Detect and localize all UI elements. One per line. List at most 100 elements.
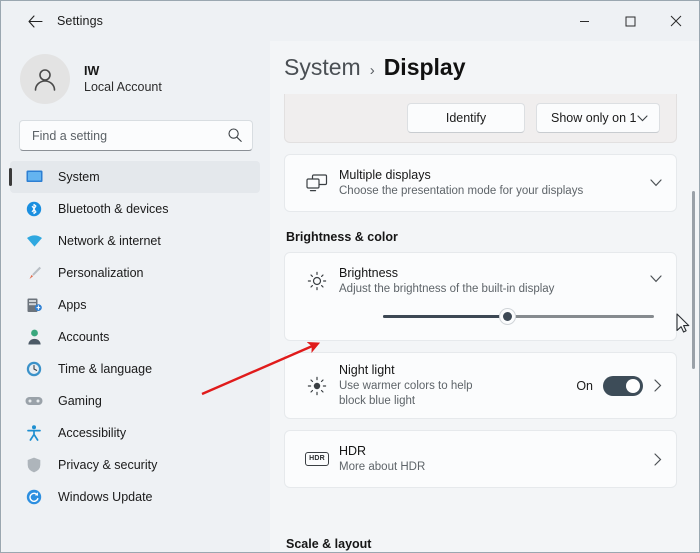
avatar xyxy=(20,54,70,104)
brightness-subtitle: Adjust the brightness of the built-in di… xyxy=(339,283,555,295)
hdr-title: HDR xyxy=(339,444,367,458)
sidebar-item-privacy-security[interactable]: Privacy & security xyxy=(10,449,260,481)
night-light-title: Night light xyxy=(339,363,395,377)
sidebar: IW Local Account System xyxy=(2,41,270,552)
sidebar-item-system[interactable]: System xyxy=(9,161,260,193)
brightness-color-heading: Brightness & color xyxy=(286,230,398,244)
account-name: IW xyxy=(84,63,100,78)
sidebar-item-time-language[interactable]: Time & language xyxy=(10,353,260,385)
multiple-display-mode-value: Show only on 1 xyxy=(551,111,637,125)
chevron-down-icon xyxy=(637,114,648,121)
sidebar-item-label: Apps xyxy=(58,298,87,312)
breadcrumb-separator-icon: › xyxy=(369,62,375,79)
settings-scroll-area: Identify Show only on 1 Multiple display… xyxy=(270,94,699,552)
network-icon xyxy=(24,231,44,251)
slider-thumb[interactable] xyxy=(499,308,517,325)
accessibility-icon xyxy=(24,423,44,443)
shield-icon xyxy=(24,455,44,475)
hdr-badge-icon: HDR xyxy=(295,452,339,466)
search-box xyxy=(19,120,253,151)
multiple-displays-row[interactable]: Multiple displays Choose the presentatio… xyxy=(285,155,676,211)
multiple-displays-card: Multiple displays Choose the presentatio… xyxy=(284,154,677,212)
night-light-card: Night light Use warmer colors to help bl… xyxy=(284,352,677,419)
chevron-right-icon[interactable] xyxy=(654,379,662,392)
window-title: Settings xyxy=(57,14,103,28)
system-icon xyxy=(24,167,44,187)
night-light-toggle[interactable] xyxy=(603,375,643,396)
account-type: Local Account xyxy=(84,79,162,94)
multiple-displays-icon xyxy=(295,174,339,192)
sidebar-item-label: Network & internet xyxy=(58,234,161,248)
accounts-icon xyxy=(24,327,44,347)
sidebar-item-label: Accessibility xyxy=(58,426,127,440)
bluetooth-icon xyxy=(24,199,44,219)
hdr-row[interactable]: HDR HDR More about HDR xyxy=(285,431,676,487)
multiple-displays-title: Multiple displays xyxy=(339,168,431,182)
breadcrumb-parent[interactable]: System xyxy=(284,54,361,81)
window-controls xyxy=(561,1,699,41)
sidebar-item-accounts[interactable]: Accounts xyxy=(10,321,260,353)
chevron-right-icon[interactable] xyxy=(654,452,662,466)
maximize-icon xyxy=(625,16,635,26)
sidebar-nav: System Bluetooth & devices Network & int… xyxy=(2,161,270,513)
toggle-knob xyxy=(626,378,640,393)
night-light-toggle-state: On xyxy=(576,378,593,393)
sidebar-item-label: Accounts xyxy=(58,330,110,344)
sidebar-item-label: Bluetooth & devices xyxy=(58,202,169,216)
brightness-slider[interactable] xyxy=(383,308,654,326)
brightness-card: Brightness Adjust the brightness of the … xyxy=(284,252,677,341)
hdr-subtitle: More about HDR xyxy=(339,461,426,473)
apps-icon xyxy=(24,295,44,315)
back-button[interactable] xyxy=(17,6,53,36)
search-input[interactable] xyxy=(19,120,253,151)
night-light-row[interactable]: Night light Use warmer colors to help bl… xyxy=(285,353,676,418)
page-title: Display xyxy=(383,54,466,80)
clock-icon xyxy=(24,359,44,379)
display-arrangement-card: Identify Show only on 1 xyxy=(284,94,677,143)
update-icon xyxy=(24,487,44,507)
night-light-subtitle-line1: Use warmer colors to help xyxy=(339,380,473,392)
sidebar-item-network-internet[interactable]: Network & internet xyxy=(10,225,260,257)
brightness-title: Brightness xyxy=(339,266,399,280)
person-avatar-icon xyxy=(34,69,56,91)
sidebar-item-label: Windows Update xyxy=(58,490,153,504)
sidebar-item-label: Time & language xyxy=(58,362,153,376)
gamepad-icon xyxy=(24,391,44,411)
close-button[interactable] xyxy=(653,1,699,41)
scale-layout-heading: Scale & layout xyxy=(286,537,372,551)
sidebar-item-windows-update[interactable]: Windows Update xyxy=(10,481,260,513)
minimize-icon xyxy=(579,20,589,22)
maximize-button[interactable] xyxy=(607,1,653,41)
brightness-row[interactable]: Brightness Adjust the brightness of the … xyxy=(285,253,676,306)
multiple-display-mode-select[interactable]: Show only on 1 xyxy=(536,103,660,133)
sidebar-item-apps[interactable]: Apps xyxy=(10,289,260,321)
scrollbar-thumb[interactable] xyxy=(692,191,695,369)
brightness-sun-icon xyxy=(295,271,339,291)
sidebar-item-label: Personalization xyxy=(58,266,144,280)
breadcrumb: System › Display xyxy=(284,54,699,81)
night-light-sun-icon xyxy=(295,376,339,396)
sidebar-item-bluetooth-devices[interactable]: Bluetooth & devices xyxy=(10,193,260,225)
title-bar: Settings xyxy=(1,1,699,41)
paintbrush-icon xyxy=(24,263,44,283)
chevron-down-icon[interactable] xyxy=(650,179,662,187)
sidebar-item-label: Privacy & security xyxy=(58,458,158,472)
sidebar-item-gaming[interactable]: Gaming xyxy=(10,385,260,417)
minimize-button[interactable] xyxy=(561,1,607,41)
chevron-down-icon[interactable] xyxy=(650,275,662,283)
hdr-badge-text: HDR xyxy=(305,452,329,466)
settings-window: Settings IW Local Account Find a setting… xyxy=(0,0,700,553)
sidebar-item-accessibility[interactable]: Accessibility xyxy=(10,417,260,449)
brightness-slider-row xyxy=(285,308,676,326)
identify-button[interactable]: Identify xyxy=(407,103,525,133)
account-section[interactable]: IW Local Account xyxy=(20,54,270,104)
multiple-displays-subtitle: Choose the presentation mode for your di… xyxy=(339,185,584,197)
sidebar-item-personalization[interactable]: Personalization xyxy=(10,257,260,289)
sidebar-item-label: System xyxy=(58,170,100,184)
hdr-card: HDR HDR More about HDR xyxy=(284,430,677,488)
close-icon xyxy=(670,15,682,27)
sidebar-item-label: Gaming xyxy=(58,394,102,408)
back-arrow-icon xyxy=(27,14,43,28)
slider-fill xyxy=(383,315,508,318)
main-content: System › Display Identify Show only on 1 xyxy=(270,41,699,552)
